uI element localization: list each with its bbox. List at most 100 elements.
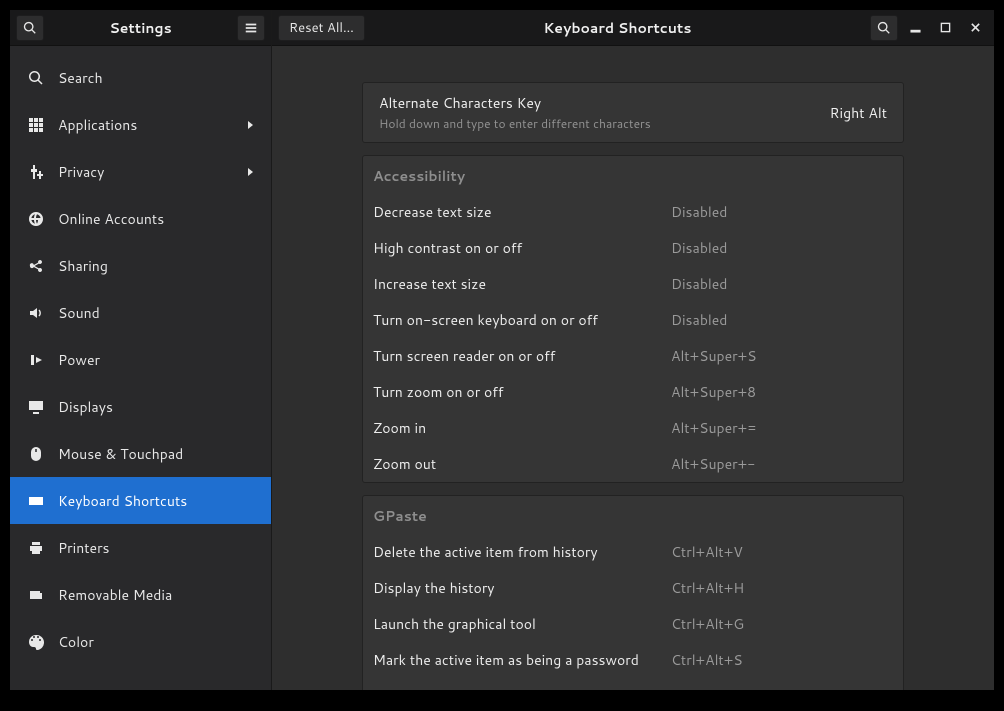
minimize-button[interactable] <box>902 16 928 40</box>
shortcut-row[interactable]: Mark the active item as being a password… <box>363 642 903 678</box>
shortcut-value: Alt+Super+8 <box>671 382 756 402</box>
settings-window: Settings Search Applications Privacy Online… <box>10 10 994 690</box>
shortcut-value: Alt+Super+S <box>671 346 756 366</box>
altkey-title: Alternate Characters Key <box>379 93 830 113</box>
sidebar-item-label: Applications <box>58 115 245 135</box>
sidebar-item-search[interactable]: Search <box>10 54 271 101</box>
sidebar-item-removable-media[interactable]: Removable Media <box>10 571 271 618</box>
sidebar-item-displays[interactable]: Displays <box>10 383 271 430</box>
shortcut-row[interactable]: Turn zoom on or offAlt+Super+8 <box>363 374 903 410</box>
shortcut-row[interactable]: Launch the graphical toolCtrl+Alt+G <box>363 606 903 642</box>
shortcut-value: Ctrl+Alt+G <box>671 614 744 634</box>
sidebar-item-label: Printers <box>58 538 255 558</box>
shortcut-value: Disabled <box>671 310 727 330</box>
main-header: Reset All… Keyboard Shortcuts <box>272 10 994 46</box>
shortcut-value: Ctrl+Alt+V <box>671 542 743 562</box>
shortcut-row[interactable]: Increase text sizeDisabled <box>363 266 903 302</box>
shortcut-row[interactable]: Turn on-screen keyboard on or offDisable… <box>363 302 903 338</box>
shortcut-label: Turn screen reader on or off <box>373 346 671 366</box>
shortcut-value: Ctrl+Alt+S <box>671 650 743 670</box>
shortcut-label: Launch the graphical tool <box>373 614 671 634</box>
shortcut-row[interactable]: Sync the clipboard to the primary select… <box>363 678 903 690</box>
keyboard-icon <box>26 493 46 509</box>
sidebar-item-online-accounts[interactable]: Online Accounts <box>10 195 271 242</box>
close-icon <box>970 22 981 33</box>
shortcut-row[interactable]: Turn screen reader on or offAlt+Super+S <box>363 338 903 374</box>
sidebar-item-printers[interactable]: Printers <box>10 524 271 571</box>
search-icon <box>26 70 46 86</box>
sidebar-item-label: Keyboard Shortcuts <box>58 491 255 511</box>
page-title: Keyboard Shortcuts <box>365 18 870 38</box>
sidebar-item-label: Privacy <box>58 162 245 182</box>
sidebar-item-mouse-touchpad[interactable]: Mouse & Touchpad <box>10 430 271 477</box>
section-header: GPaste <box>363 496 903 534</box>
shortcut-row[interactable]: Zoom outAlt+Super+- <box>363 446 903 482</box>
search-icon <box>23 21 37 35</box>
alternate-characters-key-row[interactable]: Alternate Characters Key Hold down and t… <box>362 82 904 143</box>
reset-all-button[interactable]: Reset All… <box>278 15 365 41</box>
sidebar-item-privacy[interactable]: Privacy <box>10 148 271 195</box>
sidebar-item-label: Displays <box>58 397 255 417</box>
maximize-button[interactable] <box>932 16 958 40</box>
shortcut-value: Ctrl+Alt+H <box>671 578 744 598</box>
sidebar-item-label: Online Accounts <box>58 209 255 229</box>
sidebar-item-label: Mouse & Touchpad <box>58 444 255 464</box>
section-header: Accessibility <box>363 156 903 194</box>
sidebar-item-applications[interactable]: Applications <box>10 101 271 148</box>
sidebar-item-sharing[interactable]: Sharing <box>10 242 271 289</box>
altkey-description: Hold down and type to enter different ch… <box>379 115 830 132</box>
sidebar-search-button[interactable] <box>16 15 44 41</box>
sidebar-item-power[interactable]: Power <box>10 336 271 383</box>
maximize-icon <box>940 22 951 33</box>
sidebar-title: Settings <box>44 18 237 38</box>
share-icon <box>26 258 46 274</box>
shortcut-value: Ctrl+Alt+O <box>671 686 745 690</box>
display-icon <box>26 399 46 415</box>
shortcut-label: Sync the clipboard to the primary select… <box>373 686 671 690</box>
shortcut-label: High contrast on or off <box>373 238 671 258</box>
shortcut-value: Disabled <box>671 274 727 294</box>
sidebar-item-color[interactable]: Color <box>10 618 271 665</box>
shortcut-value: Alt+Super+= <box>671 418 757 438</box>
shortcut-label: Decrease text size <box>373 202 671 222</box>
hamburger-button[interactable] <box>237 15 265 41</box>
sidebar-item-label: Sound <box>58 303 255 323</box>
sound-icon <box>26 305 46 321</box>
media-icon <box>26 587 46 603</box>
shortcut-row[interactable]: Zoom inAlt+Super+= <box>363 410 903 446</box>
shortcut-label: Increase text size <box>373 274 671 294</box>
sidebar-item-keyboard-shortcuts[interactable]: Keyboard Shortcuts <box>10 477 271 524</box>
shortcut-value: Alt+Super+- <box>671 454 755 474</box>
minimize-icon <box>910 22 921 33</box>
sidebar-list: Search Applications Privacy Online Accounts… <box>10 46 271 690</box>
sidebar-item-sound[interactable]: Sound <box>10 289 271 336</box>
shortcut-row[interactable]: Display the historyCtrl+Alt+H <box>363 570 903 606</box>
shortcut-label: Turn on-screen keyboard on or off <box>373 310 671 330</box>
shortcut-row[interactable]: Decrease text sizeDisabled <box>363 194 903 230</box>
privacy-icon <box>26 164 46 180</box>
power-icon <box>26 352 46 368</box>
content-area: Alternate Characters Key Hold down and t… <box>272 46 994 690</box>
chevron-right-icon <box>245 162 255 182</box>
window-controls <box>902 16 988 40</box>
printer-icon <box>26 540 46 556</box>
shortcut-row[interactable]: High contrast on or offDisabled <box>363 230 903 266</box>
search-icon <box>877 21 891 35</box>
altkey-value: Right Alt <box>830 103 887 123</box>
shortcut-row[interactable]: Delete the active item from historyCtrl+… <box>363 534 903 570</box>
sidebar-item-label: Power <box>58 350 255 370</box>
shortcut-label: Turn zoom on or off <box>373 382 671 402</box>
shortcut-label: Display the history <box>373 578 671 598</box>
main-search-button[interactable] <box>870 15 898 41</box>
online-icon <box>26 211 46 227</box>
sidebar-item-label: Sharing <box>58 256 255 276</box>
sidebar: Settings Search Applications Privacy Online… <box>10 10 272 690</box>
mouse-icon <box>26 446 46 462</box>
close-button[interactable] <box>962 16 988 40</box>
hamburger-icon <box>244 21 258 35</box>
sidebar-item-label: Removable Media <box>58 585 255 605</box>
apps-icon <box>26 117 46 133</box>
shortcut-value: Disabled <box>671 238 727 258</box>
shortcut-label: Zoom in <box>373 418 671 438</box>
sidebar-item-label: Search <box>58 68 255 88</box>
